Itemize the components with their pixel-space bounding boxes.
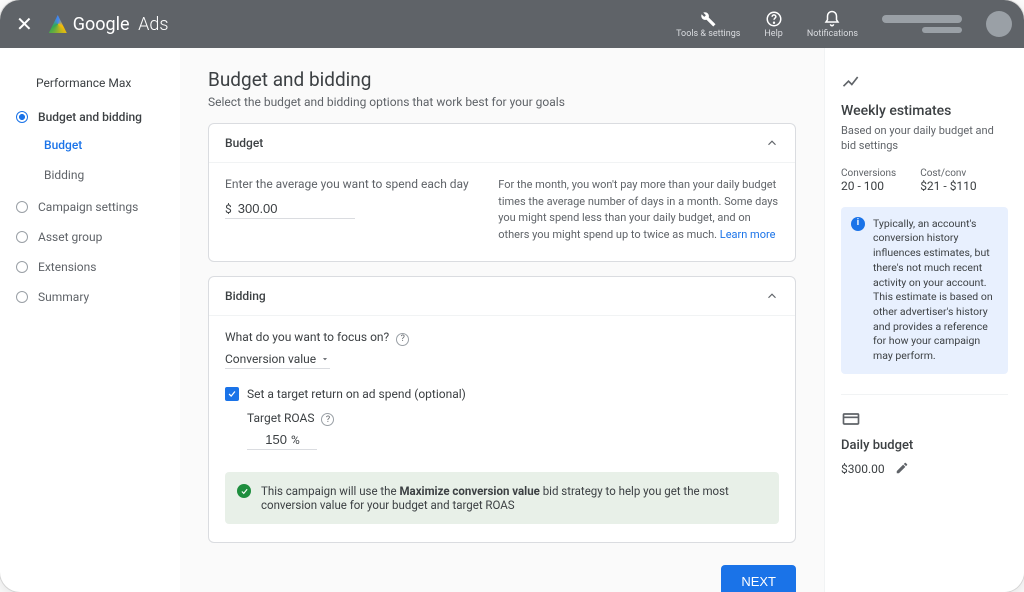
weekly-estimates-sub: Based on your daily budget and bid setti… (841, 123, 1008, 154)
account-placeholder (882, 15, 962, 33)
bidding-card: Bidding What do you want to focus on? ? … (208, 276, 796, 543)
card-icon (841, 409, 861, 429)
brand: Google Ads (49, 14, 169, 35)
metric-cost-label: Cost/conv (920, 168, 976, 179)
pencil-icon (895, 461, 909, 475)
step-indicator-icon (16, 291, 28, 303)
bell-icon (823, 10, 841, 28)
daily-budget-value: $300.00 (841, 462, 885, 476)
weekly-estimates-title: Weekly estimates (841, 103, 1008, 119)
metric-cost-value: $21 - $110 (920, 179, 976, 193)
estimate-info-text: Typically, an account's conversion histo… (873, 217, 998, 364)
target-roas-checkbox[interactable] (225, 387, 239, 401)
next-button[interactable]: NEXT (721, 565, 796, 592)
help-label: Help (764, 30, 782, 39)
callout-strategy-name: Maximize conversion value (399, 484, 539, 498)
step-asset-group[interactable]: Asset group (8, 222, 172, 252)
trend-line-icon (841, 72, 861, 92)
focus-select[interactable]: Conversion value (225, 350, 330, 369)
edit-budget-button[interactable] (895, 461, 909, 478)
bidding-header-label: Bidding (225, 289, 266, 303)
step-summary[interactable]: Summary (8, 282, 172, 312)
roas-unit: % (291, 433, 300, 447)
daily-budget-title: Daily budget (841, 438, 1008, 453)
step-budget-bidding[interactable]: Budget and bidding (8, 102, 172, 132)
budget-help-text: For the month, you won't pay more than y… (498, 177, 779, 243)
target-roas-input[interactable] (247, 432, 287, 447)
bid-strategy-callout: This campaign will use the Maximize conv… (225, 472, 779, 524)
budget-amount-input[interactable] (238, 201, 318, 216)
focus-label-row: What do you want to focus on? ? (225, 330, 779, 346)
budget-field-label: Enter the average you want to spend each… (225, 177, 480, 191)
substep-bidding[interactable]: Bidding (36, 162, 172, 188)
substep-budget[interactable]: Budget (36, 132, 172, 158)
help-circle-icon (765, 10, 783, 28)
metric-conversions-value: 20 - 100 (841, 179, 896, 193)
budget-header-label: Budget (225, 136, 263, 150)
help-button[interactable]: Help (764, 10, 782, 39)
step-indicator-icon (16, 111, 28, 123)
step-label: Asset group (38, 230, 102, 244)
wrench-icon (699, 10, 717, 28)
avatar[interactable] (986, 11, 1012, 37)
step-label: Extensions (38, 260, 96, 274)
focus-select-value: Conversion value (225, 352, 316, 366)
close-button[interactable]: ✕ (16, 12, 33, 36)
currency-symbol: $ (225, 202, 232, 216)
help-tooltip-icon[interactable]: ? (396, 333, 409, 346)
chevron-up-icon (765, 289, 779, 303)
focus-label: What do you want to focus on? (225, 330, 389, 344)
brand-main: Google (73, 14, 130, 35)
roas-label: Target ROAS (247, 411, 314, 425)
step-campaign-settings[interactable]: Campaign settings (8, 192, 172, 222)
page-subtitle: Select the budget and bidding options th… (208, 95, 796, 109)
info-icon: i (851, 217, 865, 231)
step-label: Summary (38, 290, 89, 304)
brand-sub: Ads (138, 14, 168, 35)
check-icon (227, 389, 237, 399)
notifications-label: Notifications (807, 30, 858, 39)
chevron-up-icon (765, 136, 779, 150)
target-roas-cb-label: Set a target return on ad spend (optiona… (247, 387, 466, 401)
check-circle-icon (237, 484, 251, 498)
bidding-header[interactable]: Bidding (209, 277, 795, 316)
step-label: Budget and bidding (38, 110, 142, 124)
setup-stepper: Performance Max Budget and bidding Budge… (0, 48, 180, 592)
budget-card: Budget Enter the average you want to spe… (208, 123, 796, 262)
tools-settings-label: Tools & settings (676, 30, 740, 39)
google-ads-logo-icon (49, 15, 67, 33)
roas-label-row: Target ROAS ? (247, 411, 779, 427)
page-title: Budget and bidding (208, 68, 796, 91)
metric-conversions-label: Conversions (841, 168, 896, 179)
step-indicator-icon (16, 261, 28, 273)
learn-more-link[interactable]: Learn more (720, 228, 776, 241)
help-tooltip-icon[interactable]: ? (321, 413, 334, 426)
estimate-info-box: i Typically, an account's conversion his… (841, 207, 1008, 374)
step-label: Campaign settings (38, 200, 138, 214)
nav-title: Performance Max (8, 68, 172, 102)
budget-header[interactable]: Budget (209, 124, 795, 163)
step-indicator-icon (16, 231, 28, 243)
step-indicator-icon (16, 201, 28, 213)
notifications-button[interactable]: Notifications (807, 10, 858, 39)
step-extensions[interactable]: Extensions (8, 252, 172, 282)
caret-down-icon (320, 354, 330, 364)
tools-settings-button[interactable]: Tools & settings (676, 10, 740, 39)
